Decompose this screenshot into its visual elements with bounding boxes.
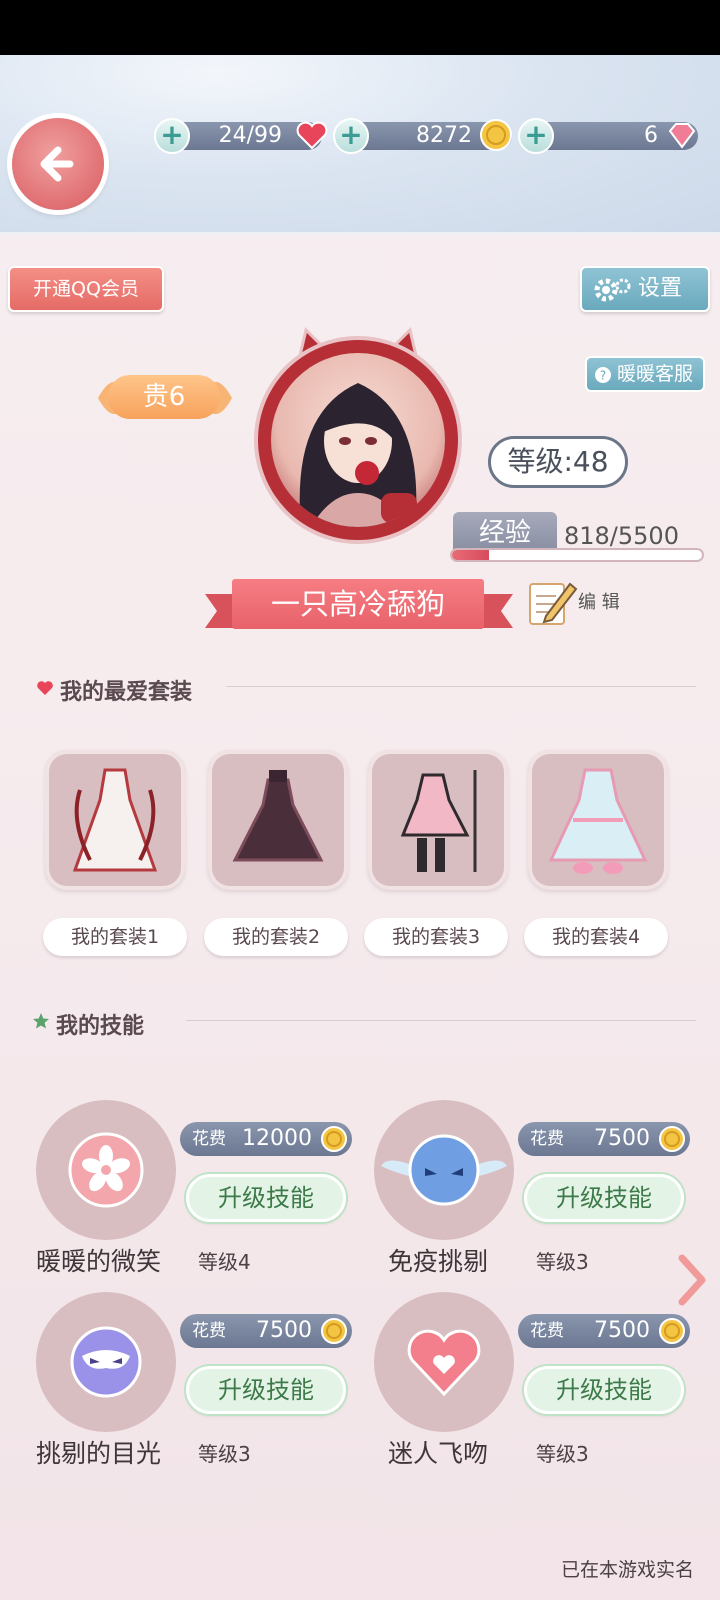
gold-coin-icon (321, 1126, 347, 1152)
svg-text:?: ? (600, 369, 606, 383)
skill-level-4: 等级3 (536, 1442, 589, 1466)
outfit-card-4[interactable] (528, 750, 668, 890)
gold-value: 8272 (416, 123, 472, 148)
outfit-card-1[interactable] (45, 750, 185, 890)
cost-value: 12000 (242, 1126, 312, 1151)
dress-icon (548, 768, 648, 874)
add-stamina-button[interactable]: + (154, 118, 190, 154)
add-diamond-button[interactable]: + (518, 118, 554, 154)
divider (226, 686, 696, 687)
upgrade-skill-button-2[interactable]: 升级技能 (524, 1174, 684, 1222)
cost-value: 7500 (256, 1318, 312, 1343)
outfit-card-2[interactable] (208, 750, 348, 890)
skill-cost-1: 花费 12000 (180, 1122, 352, 1156)
favorite-outfits-title: 我的最爱套装 (60, 680, 193, 705)
dress-icon (232, 770, 324, 862)
outfit-label-2[interactable]: 我的套装2 (204, 918, 348, 956)
skill-name-2: 免疫挑剔 (388, 1247, 489, 1276)
qq-member-button[interactable]: 开通QQ会员 (8, 266, 164, 312)
skill-icon-1[interactable] (36, 1100, 176, 1240)
skill-name-4: 迷人飞吻 (388, 1439, 489, 1468)
heart-icon (407, 1329, 481, 1397)
skill-name-3: 挑剔的目光 (36, 1439, 162, 1468)
help-icon: ? (595, 367, 611, 383)
skill-icon-3[interactable] (36, 1292, 176, 1432)
skill-cost-4: 花费 7500 (518, 1314, 690, 1348)
diamond-value: 6 (644, 123, 658, 148)
cost-value: 7500 (594, 1318, 650, 1343)
portrait-icon (299, 383, 417, 527)
upgrade-label: 升级技能 (218, 1376, 314, 1404)
realname-status: 已在本游戏实名 (560, 1559, 694, 1581)
upgrade-label: 升级技能 (556, 1376, 652, 1404)
add-gold-button[interactable]: + (333, 118, 369, 154)
star-icon (33, 1013, 49, 1029)
gold-coin-icon (480, 119, 512, 151)
status-bar (0, 0, 720, 55)
skill-icon-4[interactable] (374, 1292, 514, 1432)
cost-label: 花费 (192, 1321, 226, 1341)
gear-icon (594, 278, 631, 302)
winged-mask-icon (381, 1134, 507, 1206)
dress-icon (400, 770, 477, 872)
pencil-icon[interactable] (526, 576, 578, 628)
customer-service-button[interactable]: ? 暖暖客服 (585, 356, 705, 392)
gold-coin-icon (321, 1318, 347, 1344)
exp-value: 818/5500 (564, 522, 679, 550)
settings-button[interactable]: 设置 (580, 266, 710, 312)
customer-service-label: 暖暖客服 (617, 363, 694, 385)
arrow-left-icon (40, 146, 74, 182)
cost-label: 花费 (530, 1129, 564, 1149)
skill-cost-3: 花费 7500 (180, 1314, 352, 1348)
skill-icon-2[interactable] (374, 1100, 514, 1240)
skill-level-1: 等级4 (198, 1250, 251, 1274)
upgrade-skill-button-3[interactable]: 升级技能 (186, 1366, 346, 1414)
divider (186, 1020, 696, 1021)
player-name: 一只高冷舔狗 (232, 579, 484, 629)
skill-name-1: 暖暖的微笑 (36, 1247, 162, 1276)
avatar-image (271, 353, 445, 527)
exp-progress-bar (450, 548, 704, 562)
stamina-value: 24/99 (218, 123, 282, 148)
outfit-label-1[interactable]: 我的套装1 (43, 918, 187, 956)
settings-label: 设置 (638, 276, 683, 301)
outfit-card-3[interactable] (368, 750, 508, 890)
upgrade-skill-button-1[interactable]: 升级技能 (186, 1174, 346, 1222)
cost-label: 花费 (530, 1321, 564, 1341)
cost-label: 花费 (192, 1129, 226, 1149)
chevron-right-icon[interactable] (672, 1250, 712, 1310)
edit-button[interactable]: 编 辑 (578, 588, 620, 614)
avatar[interactable] (258, 340, 458, 540)
mask-icon (70, 1326, 142, 1398)
level-display: 等级:48 (488, 436, 628, 488)
cost-value: 7500 (594, 1126, 650, 1151)
cherry-blossom-icon (68, 1132, 144, 1208)
diamond-icon (668, 123, 696, 149)
vip-badge: 贵6 (108, 375, 220, 419)
gold-coin-icon (659, 1318, 685, 1344)
dress-icon (72, 768, 158, 872)
skill-cost-2: 花费 7500 (518, 1122, 690, 1156)
outfit-label-4[interactable]: 我的套装4 (524, 918, 668, 956)
skills-title: 我的技能 (56, 1014, 145, 1039)
gold-coin-icon (659, 1126, 685, 1152)
skill-level-2: 等级3 (536, 1250, 589, 1274)
exp-progress-fill (452, 550, 490, 560)
heart-icon (296, 121, 328, 150)
skill-level-3: 等级3 (198, 1442, 251, 1466)
upgrade-label: 升级技能 (218, 1184, 314, 1212)
outfit-label-3[interactable]: 我的套装3 (364, 918, 508, 956)
heart-small-icon (37, 681, 53, 695)
back-button[interactable] (12, 118, 104, 210)
upgrade-label: 升级技能 (556, 1184, 652, 1212)
upgrade-skill-button-4[interactable]: 升级技能 (524, 1366, 684, 1414)
